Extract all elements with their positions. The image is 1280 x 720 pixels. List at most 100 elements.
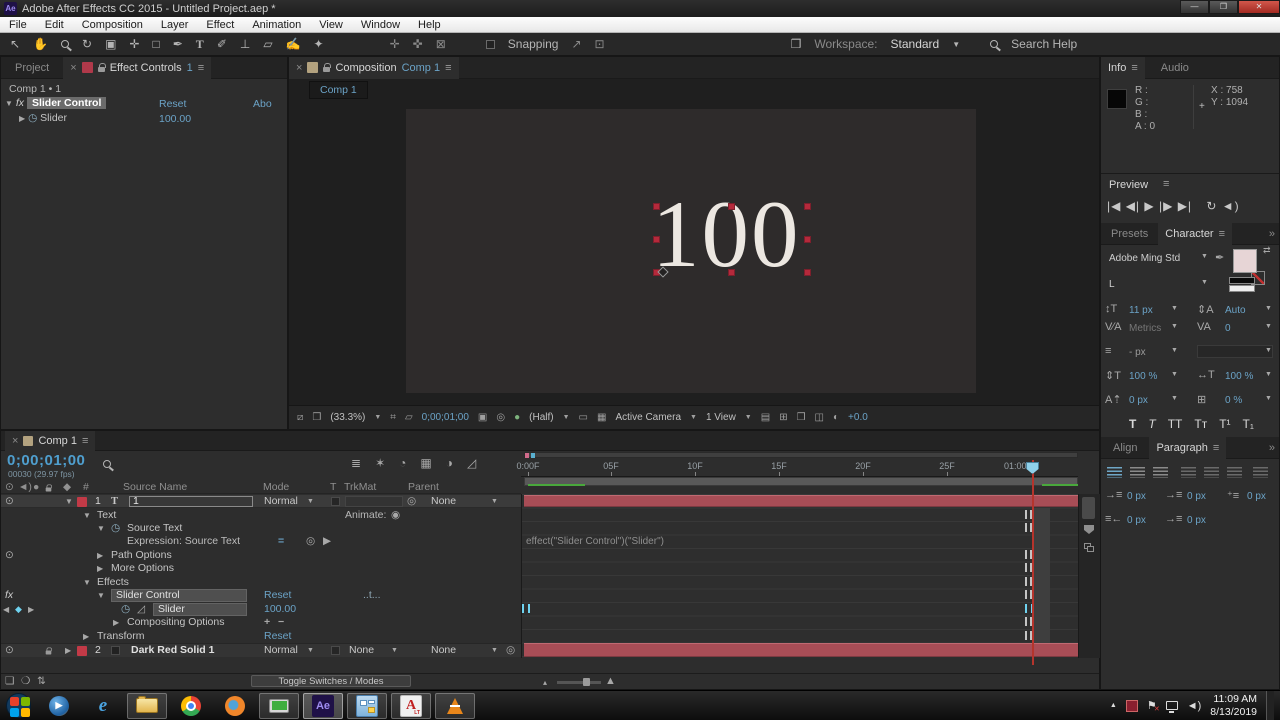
taskbar-blue-app-button[interactable]	[347, 692, 387, 719]
selection-tool-icon[interactable]: ↖	[10, 37, 20, 51]
reset-link[interactable]: Reset	[264, 630, 291, 643]
workspace-dropdown-icon[interactable]: ▼	[952, 40, 960, 49]
close-panel-icon[interactable]: ×	[12, 435, 18, 447]
next-keyframe-icon[interactable]: ▶	[28, 603, 34, 616]
out-point-marker[interactable]	[1025, 577, 1032, 586]
layer-color-chip[interactable]	[77, 497, 87, 507]
timeline-search-icon[interactable]	[103, 460, 111, 468]
audio-mute-icon[interactable]: ◄)	[1222, 199, 1240, 213]
effect-reset-link[interactable]: Reset	[159, 98, 186, 110]
tab-project[interactable]: Project	[1, 62, 63, 74]
value-graph-icon[interactable]: ◿	[137, 603, 145, 616]
frame-blending-icon[interactable]: ▦	[420, 456, 431, 470]
transparency-grid-icon[interactable]: ▦	[597, 412, 606, 423]
menu-layer[interactable]: Layer	[152, 19, 198, 31]
expand-layers-icon[interactable]: ❏	[5, 675, 14, 688]
pan-behind-tool-icon[interactable]: ✛	[129, 37, 139, 51]
reset-link[interactable]: Reset	[264, 589, 291, 602]
baseline-shift-dropdown-icon[interactable]: ▼	[1171, 395, 1178, 402]
draft-3d-icon[interactable]: ✶	[375, 456, 385, 470]
twirl-down-icon[interactable]: ▼	[83, 509, 91, 522]
blend-mode-dropdown-icon[interactable]: ▼	[307, 495, 314, 508]
close-panel-icon[interactable]: ×	[70, 62, 76, 74]
panel-menu-icon[interactable]: ≡	[1219, 228, 1225, 240]
stamp-tool-icon[interactable]: ⊥	[240, 37, 250, 51]
type-tool-icon[interactable]: T	[196, 37, 204, 52]
zoom-in-mountain-icon[interactable]: ▲	[605, 675, 616, 688]
taskbar-vlc-button[interactable]	[435, 692, 475, 719]
timeline-zoom-slider-thumb[interactable]	[583, 678, 590, 686]
resolution-value[interactable]: (Half)	[529, 412, 553, 423]
world-axis-icon[interactable]: ✜	[413, 37, 423, 51]
camera-tool-icon[interactable]: ▣	[105, 37, 116, 51]
t-switch[interactable]	[331, 646, 340, 655]
view-dropdown-icon[interactable]: ▼	[745, 414, 752, 421]
swap-fill-stroke-icon[interactable]: ⇄	[1263, 245, 1271, 256]
horizontal-scale-value[interactable]: 100 %	[1225, 371, 1253, 382]
stopwatch-icon[interactable]: ◷	[121, 603, 130, 616]
tab-effect-controls[interactable]: × Effect Controls 1 ≡	[63, 56, 212, 79]
twirl-right-icon[interactable]: ▶	[65, 644, 71, 657]
expression-graph-icon[interactable]: ◎	[306, 535, 315, 548]
start-button[interactable]	[6, 693, 31, 718]
channels-icon[interactable]: ●	[514, 412, 520, 423]
property-label[interactable]: More Options	[111, 562, 174, 575]
align-right-button[interactable]	[1153, 467, 1168, 478]
font-size-dropdown-icon[interactable]: ▼	[1171, 305, 1178, 312]
exposure-icon[interactable]: ◐	[833, 412, 839, 423]
menu-view[interactable]: View	[310, 19, 352, 31]
out-point-marker[interactable]	[1025, 617, 1032, 626]
property-row-compositing-options[interactable]: ▶ Compositing Options + −	[1, 616, 521, 629]
expression-pickwhip-icon[interactable]: ▶	[323, 535, 331, 548]
pickwhip-icon[interactable]: ◎	[506, 644, 515, 657]
effect-name-chip[interactable]: Slider Control	[111, 589, 247, 602]
view-layout-value[interactable]: 1 View	[706, 412, 736, 423]
keyframe-diamond-icon[interactable]: ◆	[15, 603, 22, 616]
property-row-source-text[interactable]: ▼ ◷ Source Text	[1, 522, 521, 535]
expression-enable-icon[interactable]: =	[278, 535, 284, 548]
text-layer-100[interactable]: 100	[652, 187, 801, 282]
subscript-button[interactable]: T₁	[1243, 417, 1254, 431]
menu-file[interactable]: File	[0, 19, 36, 31]
menu-edit[interactable]: Edit	[36, 19, 73, 31]
property-label[interactable]: Transform	[97, 630, 144, 643]
magnification-dropdown-icon[interactable]: ▼	[374, 414, 381, 421]
selection-handle[interactable]	[804, 269, 811, 276]
timeline-graph-area[interactable]	[521, 494, 1078, 658]
current-time-field[interactable]: 0;00;01;00	[7, 452, 85, 469]
puppet-pin-tool-icon[interactable]: ✦	[314, 37, 324, 51]
property-label[interactable]: Source Text	[127, 522, 182, 535]
parent-select[interactable]: None	[431, 644, 456, 657]
effect-name[interactable]: Slider Control	[26, 97, 107, 109]
property-label[interactable]: Effects	[97, 576, 129, 589]
tab-effects-presets[interactable]: Presets	[1101, 228, 1158, 240]
roto-brush-tool-icon[interactable]: ✍	[286, 37, 301, 51]
parent-select[interactable]: None	[431, 495, 456, 508]
font-family-select[interactable]: Adobe Ming Std	[1109, 253, 1180, 264]
lock-icon[interactable]	[45, 646, 53, 659]
tracking-dropdown-icon[interactable]: ▼	[1265, 323, 1272, 330]
expression-text[interactable]: effect("Slider Control")("Slider")	[526, 536, 664, 547]
twirl-right-icon[interactable]: ▶	[97, 549, 103, 562]
comp-mini-flowchart-icon[interactable]: ≣	[351, 456, 361, 470]
taskbar-screen-recorder-button[interactable]	[259, 692, 299, 719]
property-row-effects[interactable]: ▼ Effects	[1, 576, 521, 589]
out-point-marker[interactable]	[1025, 510, 1032, 519]
panel-menu-icon[interactable]: ≡	[445, 62, 451, 74]
baseline-shift-value[interactable]: 0 px	[1129, 395, 1148, 406]
toggle-switches-modes-button[interactable]: Toggle Switches / Modes	[251, 675, 411, 687]
eraser-tool-icon[interactable]: ▱	[263, 37, 272, 51]
more-tabs-icon[interactable]: »	[1269, 228, 1279, 240]
close-button[interactable]: ✕	[1238, 0, 1280, 14]
hide-shy-layers-icon[interactable]: ◔	[399, 456, 406, 470]
shape-tool-icon[interactable]: □	[152, 37, 159, 51]
out-point-marker[interactable]	[1025, 563, 1032, 572]
graph-editor-icon[interactable]: ◿	[467, 456, 476, 470]
property-label[interactable]: Text	[97, 509, 116, 522]
pixel-aspect-icon[interactable]: ▤	[761, 412, 770, 423]
fast-previews-icon[interactable]: ⊞	[779, 412, 787, 423]
leading-value[interactable]: Auto	[1225, 305, 1246, 316]
small-caps-button[interactable]: Tᴛ	[1194, 417, 1207, 431]
comp-canvas[interactable]: 100	[406, 109, 976, 393]
expand-inout-icon[interactable]: ⇅	[37, 675, 46, 688]
